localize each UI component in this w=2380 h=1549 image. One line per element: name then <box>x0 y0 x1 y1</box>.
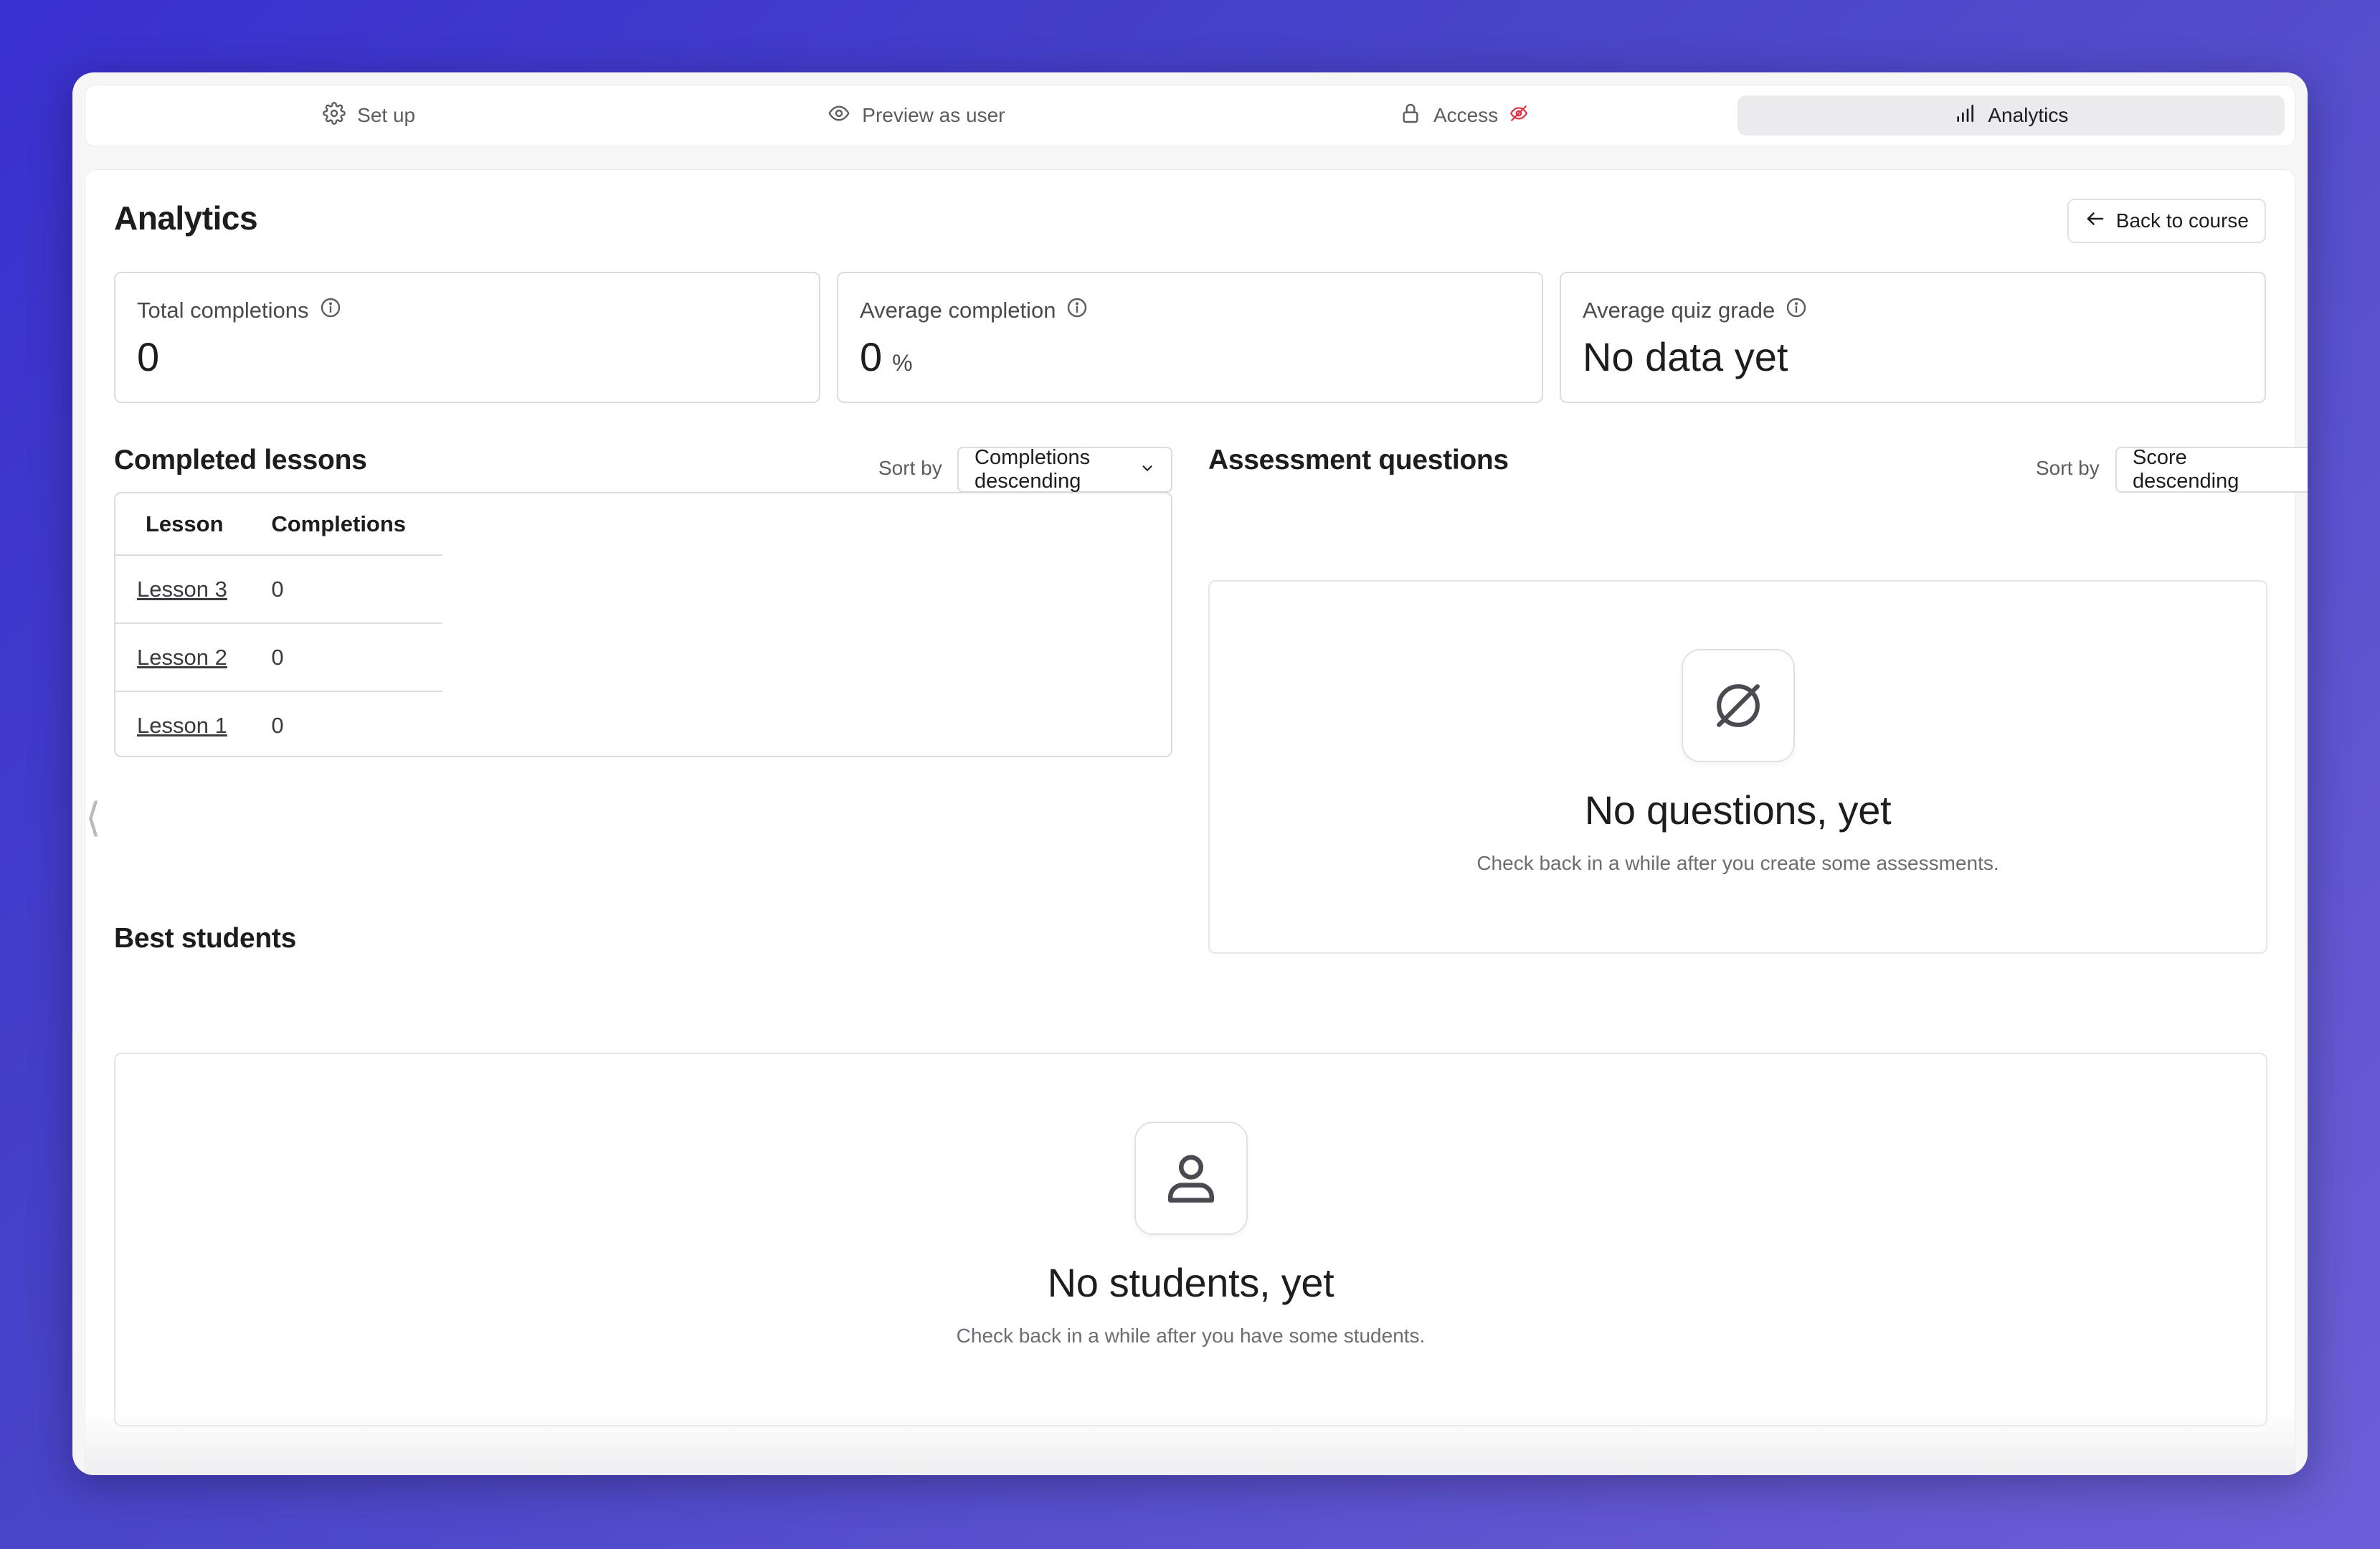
completions-cell: 0 <box>254 555 442 624</box>
assessment-sort-select[interactable]: Score descending <box>2115 446 2308 493</box>
completions-cell: 0 <box>254 691 442 756</box>
analytics-panel: Analytics Back to course Total completio… <box>85 169 2308 1475</box>
stat-label: Average quiz grade <box>1583 298 1775 323</box>
empty-state-title: No questions, yet <box>1584 787 1892 833</box>
tab-label: Access <box>1433 104 1499 126</box>
sort-by-label: Sort by <box>878 457 942 479</box>
chevron-down-icon <box>1139 458 1155 482</box>
completions-cell: 0 <box>254 623 442 692</box>
table-row: Lesson 2 0 <box>115 623 442 692</box>
sort-by-label: Sort by <box>2036 457 2100 479</box>
bottom-fade <box>85 1410 2295 1474</box>
tab-analytics[interactable]: Analytics <box>1737 95 2285 136</box>
completed-lessons-table-container: Lesson Completions Lesson 3 0 Lesson 2 0… <box>114 492 1172 757</box>
stat-unit: % <box>892 350 913 376</box>
stat-card-average-quiz-grade: Average quiz grade No data yet <box>1560 272 2266 403</box>
column-header-lesson[interactable]: Lesson <box>115 493 255 556</box>
lesson-cell: Lesson 2 <box>115 623 255 692</box>
stat-value: 0 <box>137 334 160 379</box>
back-to-course-button[interactable]: Back to course <box>2067 199 2266 243</box>
select-value: Score descending <box>2133 446 2239 493</box>
stat-card-average-completion: Average completion 0 % <box>837 272 1543 403</box>
info-icon[interactable] <box>1785 296 1808 325</box>
column-header-completions[interactable]: Completions <box>254 493 442 556</box>
lesson-cell: Lesson 1 <box>115 691 255 756</box>
best-students-title: Best students <box>114 923 296 954</box>
info-icon[interactable] <box>1066 296 1089 325</box>
table-header-row: Lesson Completions <box>115 493 442 556</box>
eye-icon <box>828 102 850 130</box>
eye-off-icon <box>1509 104 1528 128</box>
empty-state-subtitle: Check back in a while after you create s… <box>1476 852 1999 874</box>
stat-label: Total completions <box>137 298 309 323</box>
chevron-down-icon <box>2306 458 2308 482</box>
assessment-questions-title: Assessment questions <box>1208 445 1509 475</box>
empty-set-icon <box>1681 649 1795 762</box>
page-title: Analytics <box>114 199 258 237</box>
gear-icon <box>323 101 346 130</box>
lesson-link[interactable]: Lesson 2 <box>137 645 227 670</box>
stat-value: 0 <box>860 334 883 379</box>
empty-state-subtitle: Check back in a while after you have som… <box>956 1325 1426 1347</box>
tab-set-up[interactable]: Set up <box>95 95 643 136</box>
bar-chart-icon <box>1953 102 1976 130</box>
lock-icon <box>1399 102 1422 130</box>
table-row: Lesson 1 0 <box>115 691 442 756</box>
completed-lessons-title: Completed lessons <box>114 445 367 475</box>
table-row: Lesson 3 0 <box>115 555 442 624</box>
stat-card-total-completions: Total completions 0 <box>114 272 820 403</box>
stat-value: No data yet <box>1583 334 1788 379</box>
lesson-link[interactable]: Lesson 1 <box>137 713 227 738</box>
stat-label: Average completion <box>860 298 1056 323</box>
tab-access[interactable]: Access <box>1190 95 1737 136</box>
lesson-link[interactable]: Lesson 3 <box>137 577 227 602</box>
best-students-empty-state: No students, yet Check back in a while a… <box>114 1053 2267 1426</box>
completed-lessons-table: Lesson Completions Lesson 3 0 Lesson 2 0… <box>115 493 442 756</box>
lesson-cell: Lesson 3 <box>115 555 255 624</box>
tab-label: Preview as user <box>862 104 1005 126</box>
user-icon <box>1134 1122 1248 1235</box>
assessment-questions-empty-state: No questions, yet Check back in a while … <box>1208 580 2267 954</box>
collapse-handle[interactable]: ⟨ <box>85 797 101 838</box>
stat-cards: Total completions 0 Average completion 0… <box>114 272 2266 403</box>
select-value: Completions descending <box>975 446 1091 493</box>
lessons-sort-select[interactable]: Completions descending <box>957 446 1172 493</box>
tab-preview-as-user[interactable]: Preview as user <box>643 95 1190 136</box>
arrow-left-icon <box>2085 208 2106 235</box>
back-to-course-label: Back to course <box>2115 209 2249 232</box>
tab-bar: Set up Preview as user Access Analytics <box>85 85 2295 146</box>
info-icon[interactable] <box>319 296 342 325</box>
tab-label: Set up <box>357 104 416 126</box>
tab-label: Analytics <box>1988 104 2069 126</box>
empty-state-title: No students, yet <box>1047 1260 1334 1305</box>
app-window: Set up Preview as user Access Analytics … <box>72 72 2308 1475</box>
